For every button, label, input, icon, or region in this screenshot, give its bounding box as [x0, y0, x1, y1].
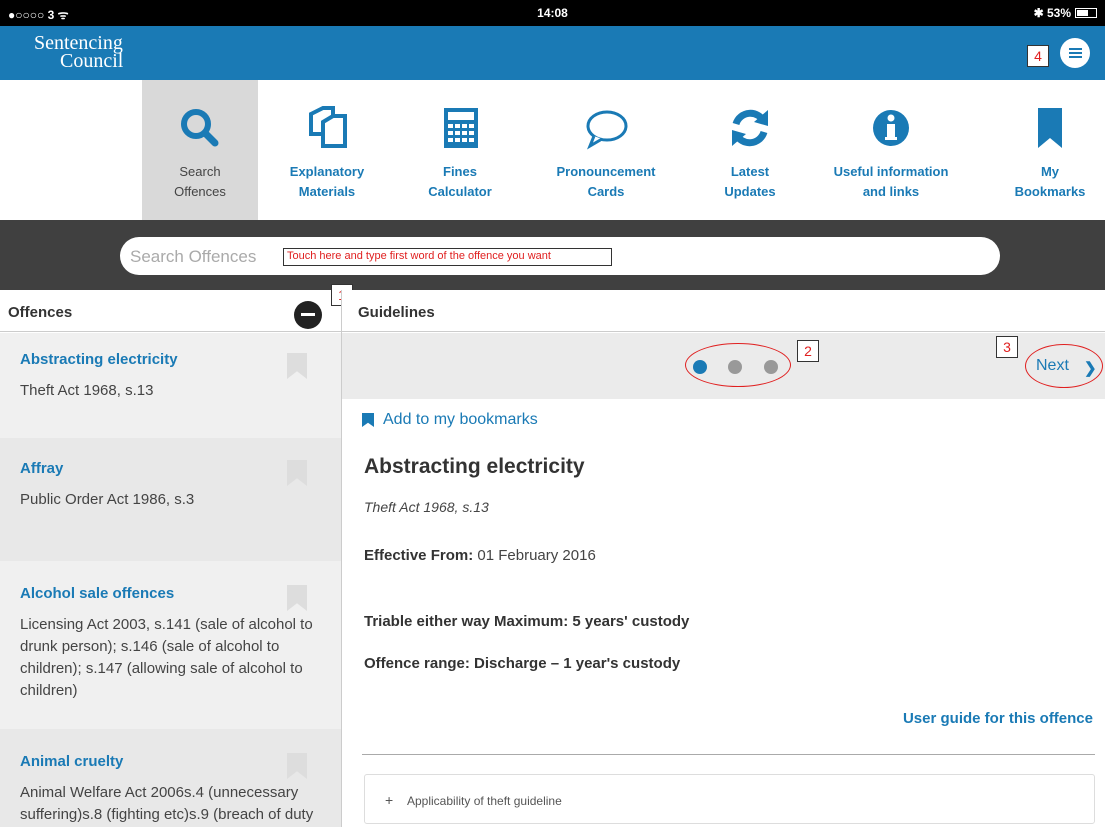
nav-label: Latest Updates [724, 164, 776, 199]
info-icon [867, 104, 915, 152]
effective-value: 01 February 2016 [477, 547, 596, 564]
battery-percent: ✱ 53% [1033, 6, 1071, 20]
offence-act: Licensing Act 2003, s.141 (sale of alcoh… [20, 616, 313, 699]
plus-icon: + [385, 792, 394, 808]
guidelines-header: Guidelines [342, 290, 1105, 332]
offence-range: Offence range: Discharge – 1 year's cust… [364, 655, 681, 672]
divider [362, 754, 1095, 755]
offence-title: Animal cruelty [20, 753, 124, 770]
main-nav: Search Offences Explanatory Materials Fi… [0, 80, 1105, 220]
annotation-oval-dots [685, 343, 791, 387]
status-bar: ●○○○○ 3 ᯤ 14:08 ✱ 53% [0, 0, 1105, 26]
guideline-pane: Next ❯ Add to my bookmarks Abstracting e… [342, 333, 1105, 827]
list-item[interactable]: Animal cruelty Animal Welfare Act 2006s.… [0, 729, 341, 827]
list-item[interactable]: Affray Public Order Act 1986, s.3 [0, 438, 341, 561]
list-item[interactable]: Abstracting electricity Theft Act 1968, … [0, 333, 341, 438]
offence-title: Abstracting electricity [20, 351, 178, 368]
annotation-4: 4 [1027, 45, 1049, 67]
search-placeholder: Search Offences [130, 247, 257, 266]
nav-fines-calculator[interactable]: Fines Calculator [402, 80, 518, 220]
offence-title: Affray [20, 460, 64, 477]
offence-list[interactable]: Abstracting electricity Theft Act 1968, … [0, 333, 341, 827]
search-hint-annotation: Touch here and type first word of the of… [283, 248, 612, 266]
nav-my-bookmarks[interactable]: My Bookmarks [1000, 80, 1100, 220]
logo-line2: Council [60, 50, 124, 72]
offence-act: Animal Welfare Act 2006s.4 (unnecessary … [20, 784, 314, 823]
bookmark-icon[interactable] [287, 585, 307, 611]
nav-pronouncement-cards[interactable]: Pronouncement Cards [536, 80, 676, 220]
search-icon [176, 104, 224, 152]
annotation-2: 2 [797, 340, 819, 362]
offence-act: Theft Act 1968, s.13 [20, 382, 154, 399]
battery-icon [1075, 8, 1097, 18]
nav-latest-updates[interactable]: Latest Updates [692, 80, 808, 220]
guidelines-title: Guidelines [358, 304, 435, 321]
battery-status: ✱ 53% [1034, 6, 1097, 20]
clock: 14:08 [537, 6, 568, 20]
menu-button[interactable] [1060, 38, 1090, 68]
nav-label: Explanatory Materials [289, 164, 365, 199]
annotation-oval-next [1025, 344, 1103, 388]
nav-useful-information[interactable]: Useful information and links [816, 80, 966, 220]
bookmark-icon[interactable] [287, 353, 307, 379]
bookmark-icon [362, 413, 374, 427]
sentencing-council-logo[interactable]: Sentencing Council [34, 33, 124, 72]
nav-label: My Bookmarks [1014, 164, 1086, 199]
offence-title: Alcohol sale offences [20, 585, 175, 602]
calculator-icon [436, 104, 484, 152]
guideline-act: Theft Act 1968, s.13 [364, 499, 489, 515]
list-item[interactable]: Alcohol sale offences Licensing Act 2003… [0, 561, 341, 729]
annotation-3: 3 [996, 336, 1018, 358]
accordion-label: Applicability of theft guideline [407, 794, 562, 808]
offence-act: Public Order Act 1986, s.3 [20, 491, 195, 508]
user-guide-link[interactable]: User guide for this offence [903, 710, 1093, 727]
search-band: Search Offences Touch here and type firs… [0, 220, 1105, 290]
app-header: Sentencing Council [0, 26, 1105, 80]
documents-icon [303, 104, 351, 152]
nav-label: Fines Calculator [428, 164, 492, 199]
offences-header: Offences [0, 290, 341, 332]
nav-label: Search Offences [174, 164, 226, 199]
add-bookmark-label: Add to my bookmarks [383, 411, 538, 428]
speech-bubble-icon [582, 104, 630, 152]
refresh-icon [726, 104, 774, 152]
nav-search-offences[interactable]: Search Offences [142, 80, 258, 220]
triable-maximum: Triable either way Maximum: 5 years' cus… [364, 613, 690, 630]
bookmark-icon[interactable] [287, 460, 307, 486]
offences-title: Offences [8, 304, 73, 321]
collapse-button[interactable] [294, 301, 322, 329]
nav-explanatory-materials[interactable]: Explanatory Materials [262, 80, 392, 220]
guideline-title: Abstracting electricity [364, 455, 585, 478]
applicability-accordion[interactable]: + Applicability of theft guideline [364, 774, 1095, 824]
add-bookmark-link[interactable]: Add to my bookmarks [362, 411, 538, 429]
effective-date: Effective From: 01 February 2016 [364, 547, 596, 564]
hamburger-icon [1068, 48, 1082, 58]
nav-label: Pronouncement Cards [556, 164, 656, 199]
bookmark-icon[interactable] [287, 753, 307, 779]
nav-label: Useful information and links [833, 164, 949, 199]
effective-label: Effective From: [364, 547, 474, 564]
bookmark-icon [1026, 104, 1074, 152]
